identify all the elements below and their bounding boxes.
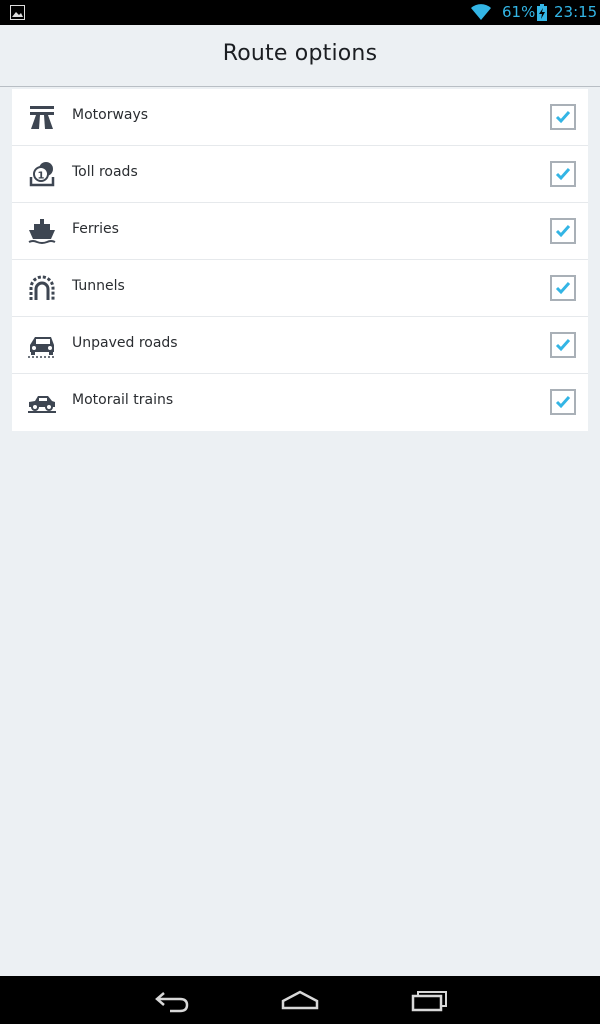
tunnel-icon xyxy=(29,275,55,300)
option-tunnels[interactable]: Tunnels xyxy=(12,260,588,317)
option-label: Motorways xyxy=(72,107,149,123)
battery-percentage: 61% xyxy=(502,3,536,21)
option-label: Toll roads xyxy=(72,164,138,180)
navigation-bar xyxy=(0,976,600,1024)
option-toll-roads[interactable]: 1 Toll roads xyxy=(12,146,588,203)
unpaved-road-icon xyxy=(28,337,56,358)
option-label: Unpaved roads xyxy=(72,335,178,351)
battery-charging-icon xyxy=(537,4,547,21)
checkmark-icon xyxy=(555,111,571,124)
checkmark-icon xyxy=(555,339,571,352)
back-icon[interactable] xyxy=(152,986,192,1014)
option-unpaved-roads[interactable]: Unpaved roads xyxy=(12,317,588,374)
motorail-trains-checkbox[interactable] xyxy=(550,389,576,415)
toll-roads-checkbox[interactable] xyxy=(550,161,576,187)
option-label: Tunnels xyxy=(72,278,125,294)
status-bar: 61% 23:15 xyxy=(0,0,600,25)
option-label: Ferries xyxy=(72,221,119,237)
option-ferries[interactable]: Ferries xyxy=(12,203,588,260)
image-notification-icon xyxy=(10,5,25,20)
option-label: Motorail trains xyxy=(72,392,174,408)
option-motorail-trains[interactable]: Motorail trains xyxy=(12,374,588,431)
wifi-icon xyxy=(471,4,491,20)
checkmark-icon xyxy=(555,396,571,409)
svg-text:1: 1 xyxy=(38,171,45,182)
page-title: Route options xyxy=(222,41,378,66)
motorail-train-icon xyxy=(28,396,56,413)
motorways-checkbox[interactable] xyxy=(550,104,576,130)
route-options-list: Motorways 1 Toll roads Ferries Tunnels U… xyxy=(12,89,588,431)
toll-road-icon: 1 xyxy=(29,162,55,187)
clock: 23:15 xyxy=(554,3,598,21)
motorway-icon xyxy=(30,106,54,129)
checkmark-icon xyxy=(555,282,571,295)
tunnels-checkbox[interactable] xyxy=(550,275,576,301)
home-icon[interactable] xyxy=(280,986,320,1014)
checkmark-icon xyxy=(555,225,571,238)
app-header: Route options xyxy=(0,25,600,87)
ferry-icon xyxy=(28,219,56,244)
recent-apps-icon[interactable] xyxy=(410,986,450,1014)
ferries-checkbox[interactable] xyxy=(550,218,576,244)
checkmark-icon xyxy=(555,168,571,181)
unpaved-roads-checkbox[interactable] xyxy=(550,332,576,358)
option-motorways[interactable]: Motorways xyxy=(12,89,588,146)
